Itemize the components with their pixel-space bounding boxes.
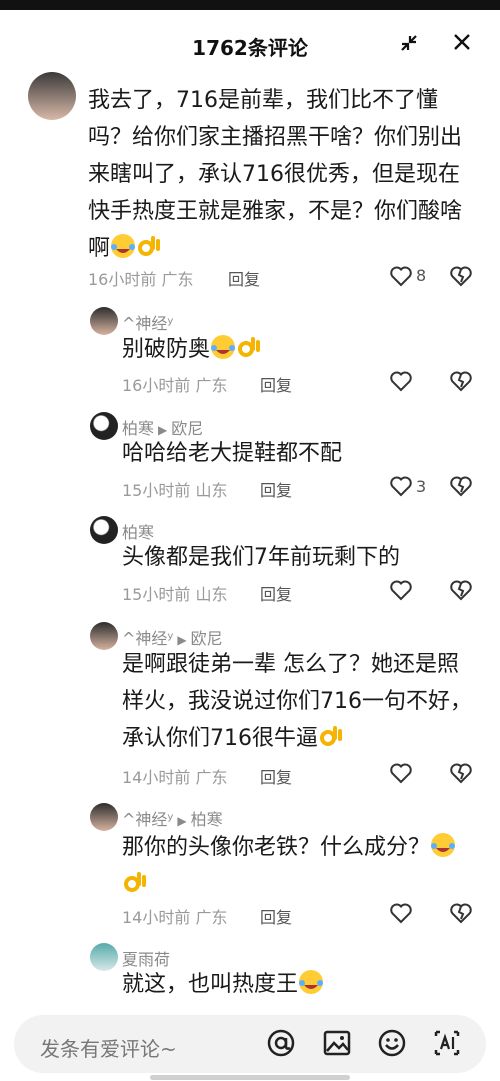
reply-button[interactable]: 回复 <box>260 581 292 605</box>
comment-location: 山东 <box>195 585 228 604</box>
comment-time: 15小时前 <box>122 481 191 500</box>
page-title: 1762条评论 <box>192 36 308 60</box>
close-icon[interactable] <box>452 32 472 58</box>
comment-location: 广东 <box>195 908 228 927</box>
comment-location: 山东 <box>195 481 228 500</box>
mention-icon[interactable] <box>266 1028 296 1058</box>
broken-heart-icon[interactable] <box>449 369 473 393</box>
comment-text: 就这，也叫热度王 <box>122 972 299 997</box>
avatar[interactable] <box>90 943 118 971</box>
comment-input-bar: 发条有爱评论~ <box>0 1005 500 1081</box>
comment-time: 14小时前 <box>122 908 191 927</box>
comments-header: 1762条评论 <box>0 10 500 72</box>
avatar[interactable] <box>90 803 118 831</box>
comment-text: 哈哈给老大提鞋都不配 <box>122 441 343 466</box>
comment-time: 16小时前 <box>88 270 157 289</box>
reply-arrow-icon: ▶ <box>177 633 187 647</box>
laugh-cry-emoji-icon <box>111 234 136 258</box>
username[interactable]: ^神经ʸ <box>122 810 173 829</box>
image-icon[interactable] <box>322 1028 352 1058</box>
heart-icon[interactable] <box>389 369 413 393</box>
comment-time: 15小时前 <box>122 585 191 604</box>
comment-text: 头像都是我们7年前玩剩下的 <box>122 545 400 570</box>
reply-button[interactable]: 回复 <box>260 477 292 501</box>
avatar[interactable] <box>90 622 118 650</box>
input-placeholder: 发条有爱评论~ <box>40 1037 177 1061</box>
reply-arrow-icon: ▶ <box>177 814 187 828</box>
ok-hand-emoji-icon <box>138 236 161 256</box>
comment-text: 那你的头像你老铁？什么成分？ <box>122 835 431 860</box>
comment-text: 是啊跟徒弟一辈 怎么了？她还是照样火，我没说过你们716一句不好，承认你们716… <box>122 652 472 751</box>
broken-heart-icon[interactable] <box>449 901 473 925</box>
comment-input[interactable]: 发条有爱评论~ <box>14 1015 486 1073</box>
status-bar <box>0 0 500 10</box>
ok-hand-emoji-icon <box>124 872 146 892</box>
emoji-icon[interactable] <box>377 1028 407 1058</box>
collapse-icon[interactable] <box>398 32 420 60</box>
reply-button[interactable]: 回复 <box>228 266 260 290</box>
laugh-cry-emoji-icon <box>299 970 324 994</box>
like-count: 3 <box>416 477 427 496</box>
heart-icon[interactable] <box>389 264 413 288</box>
avatar[interactable] <box>90 516 118 544</box>
comment-time: 14小时前 <box>122 768 191 787</box>
reply-button[interactable]: 回复 <box>260 904 292 928</box>
ok-hand-emoji-icon <box>238 337 261 357</box>
heart-icon[interactable] <box>389 761 413 785</box>
reply-button[interactable]: 回复 <box>260 764 292 788</box>
ai-icon[interactable] <box>432 1028 462 1058</box>
avatar[interactable] <box>28 72 76 120</box>
reply-button[interactable]: 回复 <box>260 372 292 396</box>
comment-location: 广东 <box>161 270 194 289</box>
comment-text: 别破防奥 <box>122 337 211 362</box>
like-count: 8 <box>416 266 427 285</box>
heart-icon[interactable] <box>389 578 413 602</box>
ok-hand-emoji-icon <box>320 726 342 746</box>
comment-location: 广东 <box>195 376 228 395</box>
laugh-cry-emoji-icon <box>431 833 456 857</box>
avatar[interactable] <box>90 307 118 335</box>
laugh-cry-emoji-icon <box>211 335 236 359</box>
home-indicator <box>150 1075 350 1080</box>
heart-icon[interactable] <box>389 901 413 925</box>
broken-heart-icon[interactable] <box>449 474 473 498</box>
broken-heart-icon[interactable] <box>449 761 473 785</box>
comment-location: 广东 <box>195 768 228 787</box>
reply-to-username[interactable]: 柏寒 <box>191 810 223 829</box>
avatar[interactable] <box>90 412 118 440</box>
broken-heart-icon[interactable] <box>449 578 473 602</box>
heart-icon[interactable] <box>389 474 413 498</box>
comment-time: 16小时前 <box>122 376 191 395</box>
broken-heart-icon[interactable] <box>449 264 473 288</box>
